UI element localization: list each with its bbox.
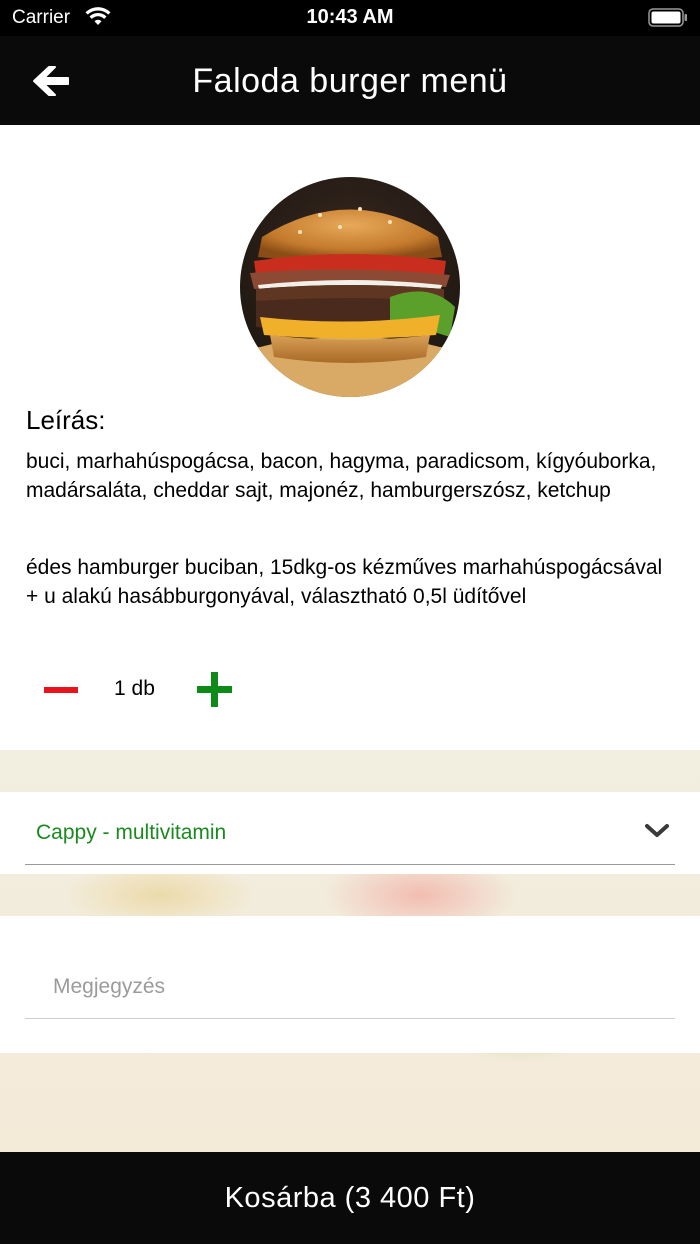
drink-selected-value: Cappy - multivitamin [36, 821, 227, 844]
decrease-quantity-button[interactable] [44, 675, 80, 705]
clock: 10:43 AM [306, 6, 394, 28]
product-card: Leírás: buci, marhahúspogácsa, bacon, ha… [0, 125, 700, 750]
details-line: édes hamburger buciban, 15dkg-os kézműve… [26, 556, 663, 579]
increase-quantity-button[interactable] [197, 672, 233, 708]
battery-icon [648, 8, 687, 27]
details-line: + u alakú hasábburgonyával, választható … [26, 585, 527, 608]
chevron-down-icon [645, 824, 669, 837]
add-to-cart-button[interactable]: Kosárba (3 400 Ft) [0, 1152, 700, 1244]
drink-panel: Cappy - multivitamin [0, 792, 700, 874]
page-title: Faloda burger menü [192, 62, 508, 100]
note-field [25, 956, 675, 1019]
navigation-bar: Faloda burger menü [0, 36, 700, 125]
status-bar: Carrier 10:43 AM [0, 0, 700, 36]
burger-image [240, 177, 460, 397]
ingredients-text: buci, marhahúspogácsa, bacon, hagyma, pa… [26, 450, 657, 502]
note-input[interactable] [25, 956, 675, 1016]
drink-select[interactable]: Cappy - multivitamin [25, 792, 675, 865]
add-to-cart-label: Kosárba (3 400 Ft) [224, 1182, 476, 1214]
note-panel [0, 916, 700, 1053]
quantity-value: 1 db [114, 677, 155, 700]
product-details: édes hamburger buciban, 15dkg-os kézműve… [26, 553, 676, 611]
description-heading: Leírás: [26, 405, 106, 435]
